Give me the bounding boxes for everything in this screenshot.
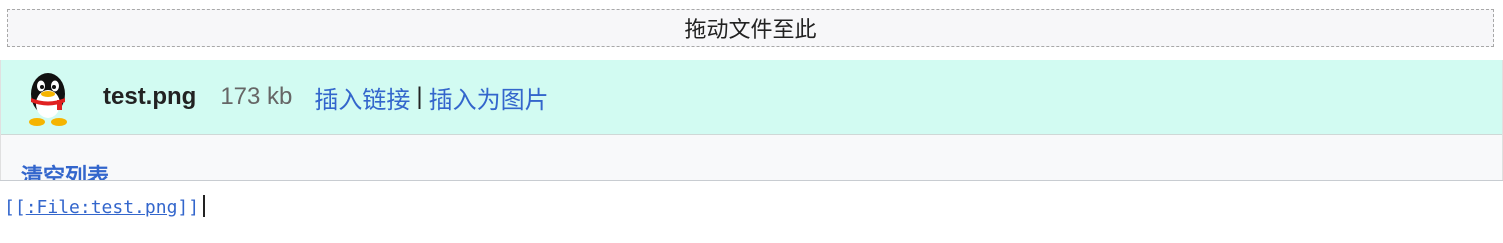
text-cursor <box>203 195 206 217</box>
file-name: test.png <box>103 83 197 110</box>
action-separator: | <box>416 83 423 110</box>
insert-as-image-button[interactable]: 插入为图片 <box>429 80 549 115</box>
wikitext-open-brackets: [[ <box>4 197 26 218</box>
wikitext-editor[interactable]: [[:File:test.png]] <box>0 180 1503 243</box>
wikitext-file-link[interactable]: :File:test.png <box>26 197 178 218</box>
file-size: 173 kb <box>220 83 293 110</box>
qq-penguin-icon <box>19 67 77 127</box>
insert-link-button[interactable]: 插入链接 <box>314 80 410 115</box>
drop-zone-label: 拖动文件至此 <box>684 17 817 42</box>
upload-file-list: test.png 173 kb 插入链接 | 插入为图片 清空列表 <box>0 60 1503 180</box>
file-drop-zone[interactable]: 拖动文件至此 <box>7 9 1494 47</box>
list-actions: 清空列表 <box>1 135 1502 180</box>
wikitext-close-brackets: ]] <box>177 197 200 218</box>
clear-list-button[interactable]: 清空列表 <box>21 159 109 180</box>
file-list-item: test.png 173 kb 插入链接 | 插入为图片 <box>1 60 1502 135</box>
